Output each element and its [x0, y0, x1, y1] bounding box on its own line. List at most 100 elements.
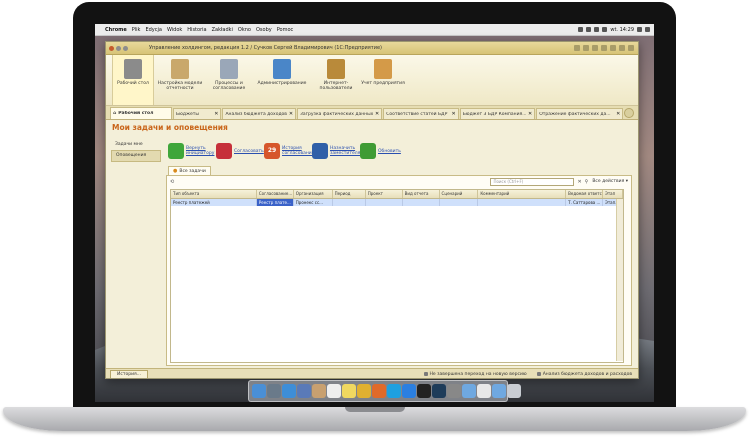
status-item[interactable]: Не завершена переход на новую версию	[423, 372, 527, 377]
search-input[interactable]: Поиск (Ctrl+F)	[490, 177, 575, 186]
menu-window[interactable]: Okno	[238, 27, 251, 33]
downloads-icon[interactable]	[492, 384, 506, 398]
refresh-small-icon[interactable]: ⟲	[170, 179, 174, 185]
notes-icon[interactable]	[342, 384, 356, 398]
maximize-icon[interactable]	[619, 45, 625, 51]
column-header[interactable]: Согласование...	[257, 190, 294, 198]
history-button[interactable]: История...	[110, 369, 148, 378]
mail-icon[interactable]	[297, 384, 311, 398]
section-book[interactable]: Интернет-пользователи	[312, 55, 360, 91]
close-icon[interactable]	[628, 45, 634, 51]
column-header[interactable]: Ведомая ответств...	[566, 190, 604, 198]
clock[interactable]: wt. 14:29	[610, 27, 634, 33]
nav-item-my-tasks[interactable]: Задачи мне	[111, 140, 161, 150]
info-icon[interactable]	[601, 45, 607, 51]
tab-open[interactable]: Соответствие статей БДР ... ✕	[383, 108, 459, 119]
folder-icon[interactable]	[462, 384, 476, 398]
section-label: Настройка модели отчетности	[157, 81, 203, 91]
photoshop-icon[interactable]	[432, 384, 446, 398]
forward-button[interactable]	[123, 45, 128, 51]
action-refresh[interactable]: Обновить	[360, 143, 402, 159]
section-clipboard[interactable]: Настройка модели отчетности	[155, 55, 205, 91]
action-user[interactable]: Назначить заместителя	[312, 143, 360, 159]
table-cell	[440, 199, 479, 206]
terminal-icon[interactable]	[417, 384, 431, 398]
action-signature[interactable]: Согласовать	[216, 143, 264, 159]
menu-view[interactable]: Widok	[167, 27, 182, 33]
bluetooth-icon[interactable]	[586, 27, 592, 32]
table-scrollbar[interactable]	[616, 199, 623, 361]
menu-bookmarks[interactable]: Zakładki	[212, 27, 233, 33]
minimize-icon[interactable]	[610, 45, 616, 51]
skype-icon[interactable]	[387, 384, 401, 398]
close-tab-icon[interactable]: ✕	[528, 111, 532, 117]
column-header[interactable]: Вид отчета	[403, 190, 440, 198]
volume-icon[interactable]	[594, 27, 600, 32]
tab-open[interactable]: Бюджеты ✕	[172, 108, 222, 119]
section-documents[interactable]: Процессы и согласование	[206, 55, 252, 91]
notifications-icon[interactable]	[645, 27, 650, 32]
back-button[interactable]	[116, 45, 121, 51]
menu-people[interactable]: Osoby	[256, 27, 272, 33]
battery-icon[interactable]	[602, 27, 608, 32]
close-window-button[interactable]	[109, 45, 114, 51]
menu-help[interactable]: Pomoc	[277, 27, 294, 33]
star-icon[interactable]	[592, 45, 598, 51]
column-header[interactable]: Сценарий	[440, 190, 479, 198]
column-header[interactable]: Период	[333, 190, 366, 198]
calendar-app-icon[interactable]	[327, 384, 341, 398]
close-tab-icon[interactable]: ✕	[451, 111, 455, 117]
table-row[interactable]: Реестр платежей Реестр плате... Пронекс сс…	[171, 199, 623, 206]
clipboard-icon	[171, 59, 189, 79]
section-computer[interactable]: Администрирование	[253, 55, 311, 86]
section-desktop[interactable]: Рабочий стол	[112, 55, 154, 105]
refresh-icon	[360, 143, 376, 159]
table-cell	[403, 199, 440, 206]
tab-open[interactable]: Бюджет 3 БДР Компания... ✕	[459, 108, 536, 119]
back-arrow-icon	[168, 143, 184, 159]
appstore-icon[interactable]	[402, 384, 416, 398]
column-header[interactable]: Проект	[366, 190, 403, 198]
calendar-icon: 29	[264, 143, 280, 159]
column-header[interactable]: Тип объекта	[171, 190, 257, 198]
status-item[interactable]: Анализ бюджета доходов и расходов	[536, 372, 632, 377]
print-icon[interactable]	[574, 45, 580, 51]
column-header[interactable]: Этап	[603, 190, 623, 198]
close-tab-icon[interactable]: ✕	[375, 111, 379, 117]
trash-icon[interactable]	[507, 384, 521, 398]
section-person[interactable]: Учет предприятия	[361, 55, 405, 86]
spotlight-icon[interactable]	[637, 27, 642, 32]
menu-file[interactable]: Plik	[132, 27, 141, 33]
contacts-icon[interactable]	[312, 384, 326, 398]
tab-open[interactable]: Анализ бюджета доходов и ...✕	[222, 108, 297, 119]
all-actions-menu[interactable]: Все действия ▾	[592, 179, 628, 184]
close-tab-icon[interactable]: ✕	[214, 111, 218, 117]
tab-open[interactable]: Загрузка фактических данных ✕	[297, 108, 383, 119]
menu-history[interactable]: Historia	[187, 27, 206, 33]
menu-edit[interactable]: Edycja	[145, 27, 162, 33]
column-header[interactable]: Комментарий	[478, 190, 567, 198]
nav-item-notifications[interactable]: Оповещения	[111, 150, 161, 162]
finder-icon[interactable]	[252, 384, 266, 398]
wifi-icon[interactable]	[578, 27, 584, 32]
action-calendar[interactable]: 29 История согласования	[264, 143, 314, 159]
menu-chrome[interactable]: Chrome	[105, 27, 127, 33]
close-tab-icon[interactable]: ✕	[289, 111, 293, 117]
tab-open[interactable]: ⌂ Рабочий стол	[110, 107, 172, 119]
safari-icon[interactable]	[282, 384, 296, 398]
save-icon[interactable]	[583, 45, 589, 51]
launchpad-icon[interactable]	[267, 384, 281, 398]
document-icon[interactable]	[477, 384, 491, 398]
search-icon[interactable]: ⚲	[585, 179, 589, 185]
system-prefs-icon[interactable]	[447, 384, 461, 398]
tabs-scroll-icon[interactable]	[624, 108, 634, 118]
screen: Chrome Plik Edycja Widok Historia Zakład…	[95, 24, 654, 402]
column-header[interactable]: Организация	[294, 190, 333, 198]
tab-all-tasks[interactable]: ● Все задачи	[168, 166, 211, 175]
close-tab-icon[interactable]: ✕	[616, 111, 620, 117]
firefox-icon[interactable]	[372, 384, 386, 398]
chrome-icon[interactable]	[357, 384, 371, 398]
clear-search-icon[interactable]: ✕	[577, 179, 581, 185]
tab-open[interactable]: Отражение фактических да... ✕	[536, 108, 624, 119]
action-back-arrow[interactable]: Вернуть инициатору	[168, 143, 214, 159]
